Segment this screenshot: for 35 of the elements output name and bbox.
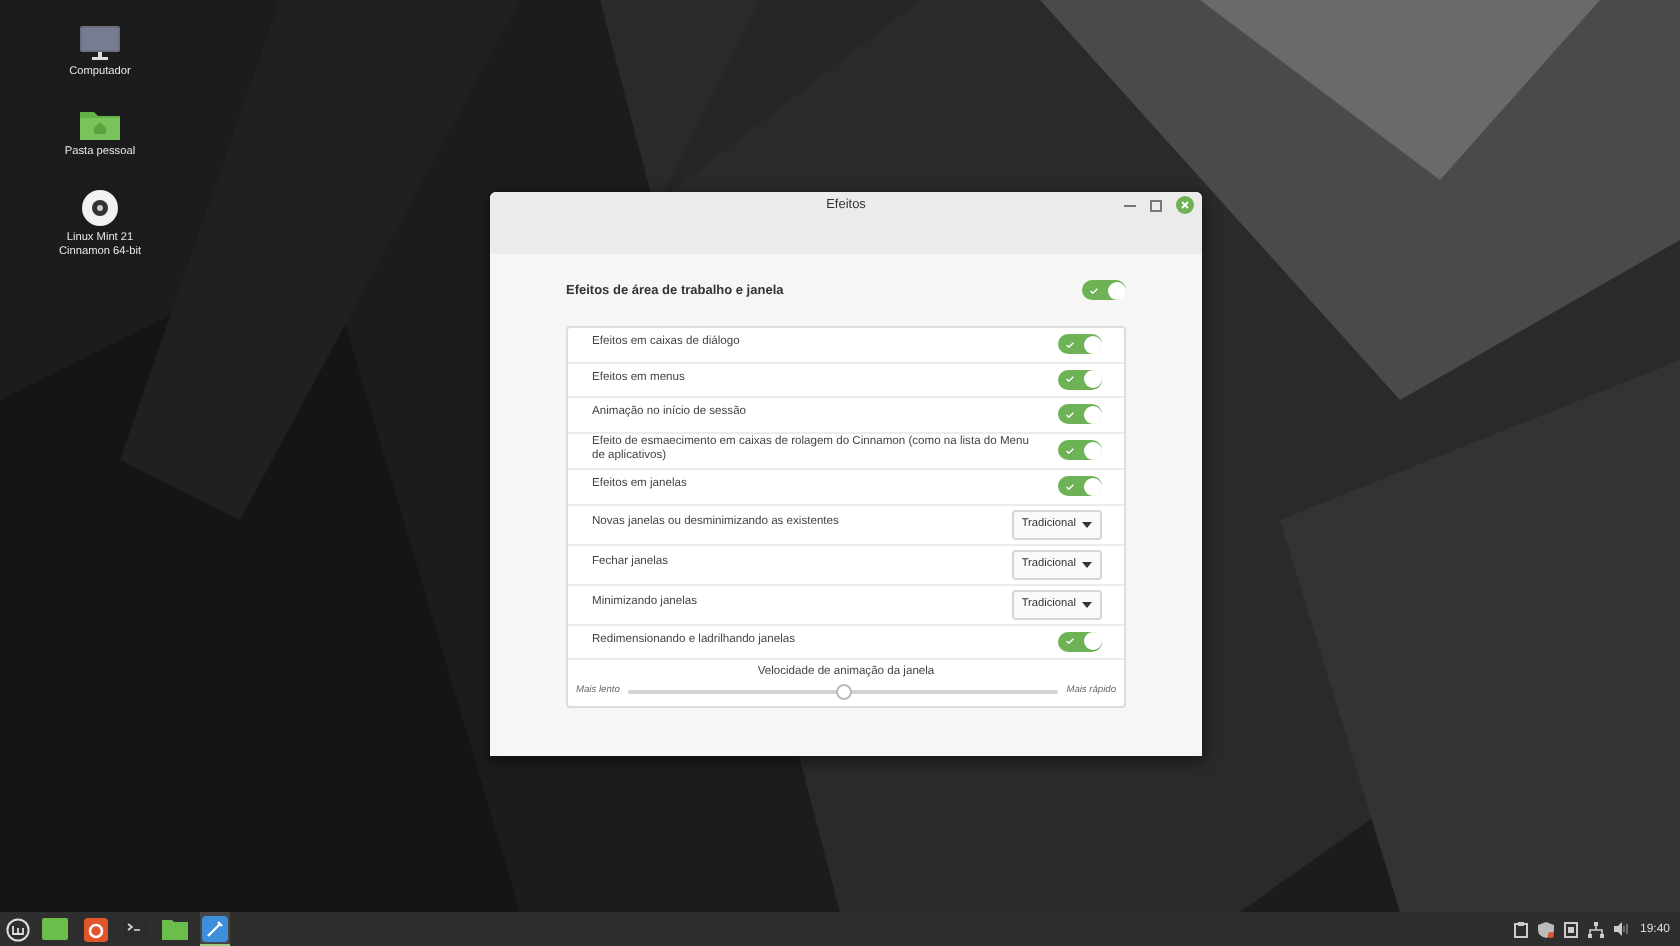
volume-icon[interactable] [1613,922,1630,936]
minimize-icon[interactable] [1124,203,1136,207]
toggle-switch[interactable] [1058,476,1102,497]
toggle-switch[interactable] [1058,404,1102,425]
menu-icon[interactable] [6,917,30,941]
check-icon [1066,483,1074,490]
check-icon [1066,447,1074,454]
speed-slider[interactable] [627,689,1059,694]
check-icon [1066,411,1074,418]
maximize-icon[interactable] [1150,199,1162,211]
disc-icon[interactable] [82,189,118,226]
monitor-icon[interactable] [80,26,120,60]
check-icon [1066,638,1074,645]
toggle-switch[interactable] [1058,334,1102,355]
clipboard-icon[interactable] [1513,921,1528,937]
check-icon [1066,376,1074,383]
check-icon [1066,341,1074,348]
close-icon[interactable] [1176,196,1194,214]
browser-icon [83,917,107,941]
home-folder-icon[interactable] [80,108,120,141]
caret-icon [1082,601,1092,608]
toggle-switch[interactable] [1082,280,1126,300]
caret-icon [1082,521,1092,528]
taskbar-launcher[interactable] [80,912,110,946]
check-icon [1090,287,1098,293]
taskbar-launcher[interactable] [200,912,230,946]
network-icon[interactable] [1587,921,1604,937]
taskbar-launcher[interactable] [40,912,70,946]
toggle-switch[interactable] [1058,369,1102,390]
shield-icon[interactable] [1537,921,1554,937]
slider-thumb[interactable] [835,683,852,700]
window-icon[interactable] [1563,921,1578,937]
toggle-switch[interactable] [1058,631,1102,652]
toggle-switch[interactable] [1058,440,1102,461]
caret-icon [1082,561,1092,568]
